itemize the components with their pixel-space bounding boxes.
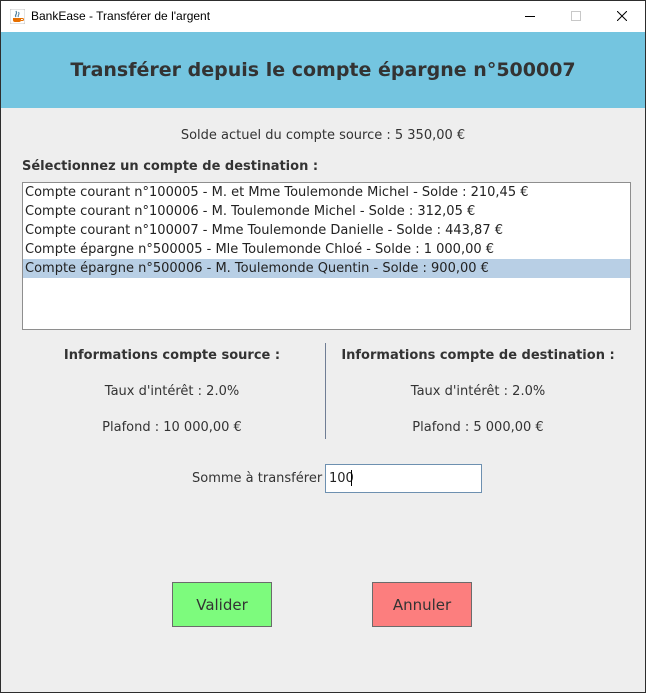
list-item[interactable]: Compte courant n°100006 - M. Toulemonde …: [23, 202, 630, 221]
window-title: BankEase - Transférer de l'argent: [31, 9, 211, 23]
source-interest-rate: Taux d'intérêt : 2.0%: [104, 384, 240, 399]
source-balance-label: Solde actuel du compte source : 5 350,00…: [180, 128, 466, 143]
header-banner: Transférer depuis le compte épargne n°50…: [1, 32, 645, 108]
minimize-button[interactable]: [507, 1, 553, 32]
transfer-window: BankEase - Transférer de l'argent Transf…: [0, 0, 646, 693]
source-ceiling: Plafond : 10 000,00 €: [102, 420, 242, 435]
text-caret: [351, 470, 352, 486]
destination-info-heading: Informations compte de destination :: [341, 348, 615, 363]
page-title: Transférer depuis le compte épargne n°50…: [70, 59, 576, 81]
java-coffee-icon: [9, 8, 26, 25]
list-item[interactable]: Compte courant n°100007 - Mme Toulemonde…: [23, 221, 630, 240]
destination-account-list[interactable]: Compte courant n°100005 - M. et Mme Toul…: [22, 182, 631, 330]
destination-list-label: Sélectionnez un compte de destination :: [22, 159, 319, 174]
close-icon: [617, 11, 627, 21]
list-item-selected[interactable]: Compte épargne n°500006 - M. Toulemonde …: [23, 259, 630, 278]
source-info-heading: Informations compte source :: [63, 348, 281, 363]
maximize-icon: [571, 11, 581, 21]
maximize-button[interactable]: [553, 1, 599, 32]
destination-interest-rate: Taux d'intérêt : 2.0%: [410, 384, 546, 399]
title-bar[interactable]: BankEase - Transférer de l'argent: [1, 1, 645, 32]
amount-input[interactable]: [325, 464, 482, 493]
close-button[interactable]: [599, 1, 645, 32]
destination-ceiling: Plafond : 5 000,00 €: [412, 420, 544, 435]
cancel-button[interactable]: Annuler: [372, 582, 472, 627]
amount-label: Somme à transférer :: [192, 471, 331, 486]
minimize-icon: [525, 16, 535, 17]
validate-button[interactable]: Valider: [172, 582, 272, 627]
list-item[interactable]: Compte épargne n°500005 - Mle Toulemonde…: [23, 240, 630, 259]
column-divider: [325, 343, 326, 439]
list-item[interactable]: Compte courant n°100005 - M. et Mme Toul…: [23, 183, 630, 202]
